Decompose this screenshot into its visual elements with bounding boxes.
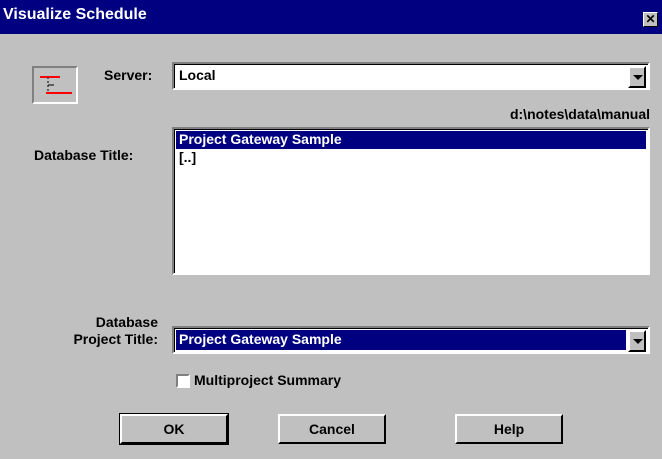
title-bar[interactable]: Visualize Schedule ✕ — [0, 0, 662, 34]
database-path: d:\notes\data\manual — [509, 106, 650, 122]
help-button[interactable]: Help — [455, 414, 563, 444]
list-item[interactable]: Project Gateway Sample — [176, 131, 646, 149]
server-label: Server: — [104, 67, 153, 83]
visualize-schedule-dialog: Visualize Schedule ✕ Server: Local d:\no… — [0, 0, 662, 459]
close-icon: ✕ — [645, 12, 656, 26]
project-title-label-line2: Project Title: — [73, 331, 158, 347]
project-title-value: Project Gateway Sample — [179, 331, 342, 347]
server-value: Local — [179, 67, 216, 83]
project-title-label-line1: Database — [95, 314, 158, 330]
schedule-gantt-icon — [32, 66, 78, 104]
database-title-listbox[interactable]: Project Gateway Sample [..] — [172, 127, 650, 275]
project-title-combobox[interactable]: Project Gateway Sample — [172, 326, 650, 354]
list-item[interactable]: [..] — [176, 149, 646, 167]
database-title-label: Database Title: — [34, 147, 134, 163]
multiproject-label[interactable]: Multiproject Summary — [194, 372, 341, 388]
multiproject-checkbox[interactable] — [176, 374, 190, 388]
project-dropdown-button[interactable] — [628, 330, 646, 352]
close-button[interactable]: ✕ — [643, 12, 658, 27]
server-dropdown-button[interactable] — [628, 66, 646, 88]
cancel-button[interactable]: Cancel — [278, 414, 386, 444]
ok-button[interactable]: OK — [119, 413, 229, 445]
server-combobox[interactable]: Local — [172, 62, 650, 90]
dialog-title: Visualize Schedule — [3, 6, 147, 23]
